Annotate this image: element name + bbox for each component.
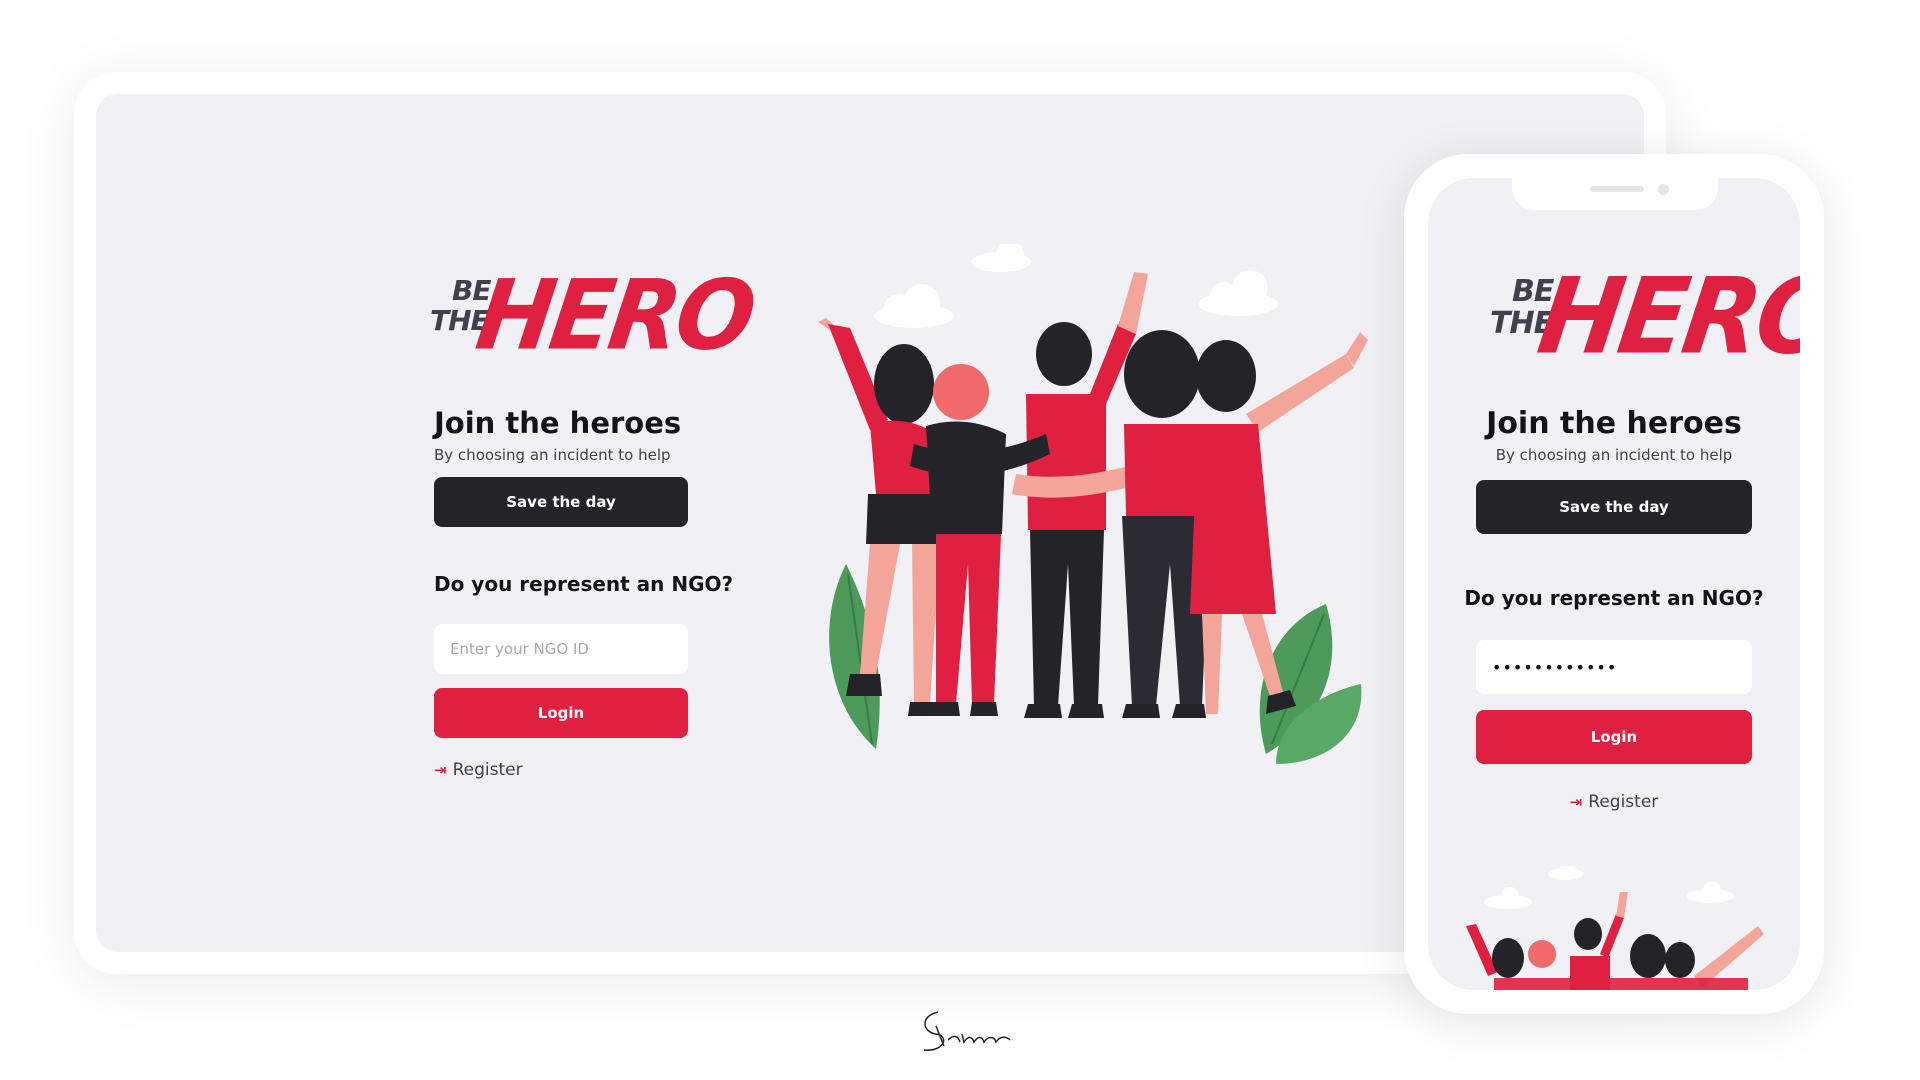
save-the-day-button[interactable]: Save the day xyxy=(434,477,688,527)
page-subtitle: By choosing an incident to help xyxy=(434,446,671,464)
log-in-icon: ⇥ xyxy=(1569,793,1583,811)
login-button[interactable]: Login xyxy=(434,688,688,738)
register-label: Register xyxy=(452,760,523,780)
heroes-group-illustration xyxy=(818,244,1368,764)
ngo-question: Do you represent an NGO? xyxy=(1464,586,1764,610)
register-link[interactable]: ⇥ Register xyxy=(1428,792,1800,812)
page-title: Join the heroes xyxy=(1486,406,1742,441)
logo-hero-text: HERO xyxy=(1531,255,1800,378)
page-title: Join the heroes xyxy=(434,406,682,440)
page-subtitle: By choosing an incident to help xyxy=(1495,446,1733,464)
camera-icon xyxy=(1658,184,1669,195)
save-the-day-button[interactable]: Save the day xyxy=(1476,480,1752,534)
login-button[interactable]: Login xyxy=(1476,710,1752,764)
register-label: Register xyxy=(1588,792,1659,812)
designer-signature xyxy=(923,1011,1011,1051)
register-link[interactable]: ⇥ Register xyxy=(434,760,523,780)
ngo-id-input[interactable] xyxy=(1476,640,1752,694)
logo-hero-text: HERO xyxy=(470,259,759,372)
phone-screen: BE THE HERO Join the heroes By choosing … xyxy=(1428,178,1800,990)
ngo-id-input[interactable] xyxy=(434,624,688,674)
phone-notch xyxy=(1512,178,1718,210)
log-in-icon: ⇥ xyxy=(434,761,447,779)
ngo-question: Do you represent an NGO? xyxy=(434,572,734,596)
speaker-icon xyxy=(1590,186,1644,192)
heroes-group-illustration xyxy=(1466,866,1764,990)
be-the-hero-logo: BE THE HERO xyxy=(1490,255,1800,380)
